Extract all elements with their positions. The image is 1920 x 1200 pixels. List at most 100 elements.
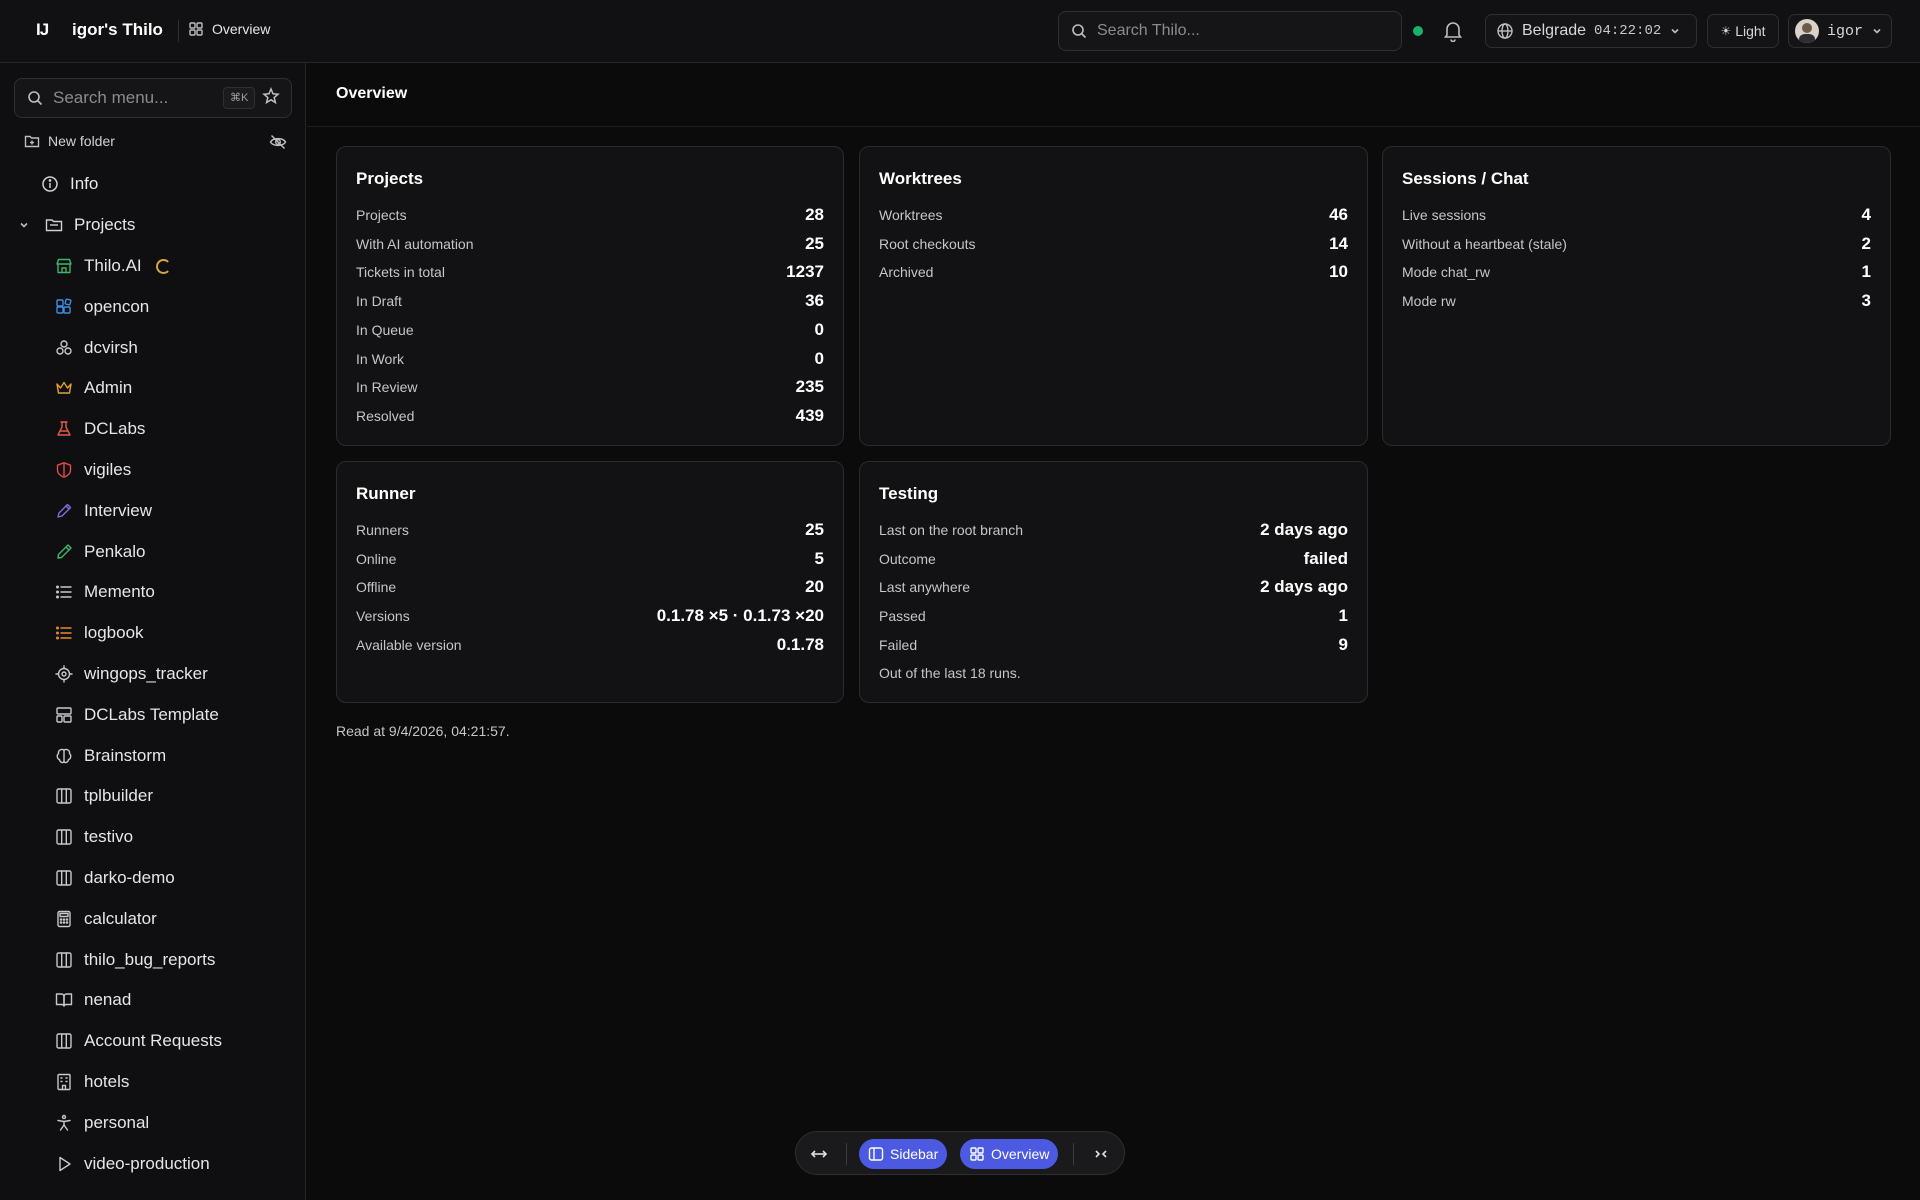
stat-row: Mode rw 3	[1402, 290, 1871, 312]
card-title: Worktrees	[879, 169, 962, 188]
blocks-icon	[54, 297, 74, 317]
bell-icon[interactable]	[1443, 20, 1463, 42]
menu-search[interactable]: ⌘K	[14, 78, 292, 118]
stat-row: Passed 1	[879, 605, 1348, 627]
sidebar-item-label: dcvirsh	[84, 337, 138, 357]
stat-row: Available version 0.1.78	[356, 634, 824, 656]
search-icon	[27, 90, 43, 106]
stat-value: 235	[795, 377, 824, 397]
global-search-input[interactable]	[1097, 22, 1377, 40]
sidebar-item-project[interactable]: opencon	[54, 294, 149, 320]
sidebar-item-project[interactable]: Brainstorm	[54, 743, 166, 769]
globe-icon	[1496, 22, 1514, 40]
stat-value: 0.1.78 ×5 · 0.1.73 ×20	[656, 606, 824, 626]
sidebar-item-project[interactable]: DCLabs Template	[54, 702, 219, 728]
columns-icon	[54, 1031, 74, 1051]
sidebar-item-label: hotels	[84, 1072, 130, 1091]
play-icon	[54, 1154, 74, 1174]
sidebar-item-label: tplbuilder	[84, 786, 153, 806]
sidebar-item-project[interactable]: wingops_tracker	[54, 661, 208, 687]
expand-width-button[interactable]	[804, 1139, 834, 1169]
stat-row: Resolved 439	[356, 405, 824, 427]
columns-icon	[54, 786, 74, 806]
stat-value: 4	[1861, 205, 1871, 224]
testing-card: Testing Last on the root branch 2 days ag…	[859, 461, 1368, 703]
floating-toolbar: Sidebar Overview	[795, 1131, 1125, 1175]
arrows-horizontal-icon	[810, 1147, 828, 1161]
stat-label: In Work	[356, 350, 404, 367]
sidebar-item-project[interactable]: Admin	[54, 375, 132, 401]
card-title: Sessions / Chat	[1402, 169, 1529, 188]
theme-toggle-button[interactable]: ☀ Light	[1707, 14, 1779, 48]
stat-label: Versions	[356, 608, 410, 625]
stat-label: Last anywhere	[879, 579, 971, 596]
sidebar-item-label: Info	[70, 174, 99, 193]
sun-icon: ☀	[1720, 24, 1732, 38]
overview-toggle-button[interactable]: Overview	[960, 1139, 1059, 1169]
sidebar-toggle-label: Sidebar	[890, 1146, 939, 1162]
stat-row: Mode chat_rw 1	[1402, 261, 1871, 283]
stat-row: Root checkouts 14	[879, 233, 1348, 255]
sidebar-item-project[interactable]: thilo_bug_reports	[54, 947, 215, 973]
runner-card: Runner Runners 25 Online 5 Offline 20 Versions…	[336, 461, 844, 703]
read-timestamp: Read at 9/4/2026, 04:21:57.	[336, 723, 510, 739]
new-folder-button[interactable]: New folder	[24, 133, 115, 149]
sidebar-item-label: DCLabs Template	[84, 704, 219, 724]
sidebar-item-project[interactable]: personal	[54, 1110, 149, 1136]
overview-toggle-label: Overview	[991, 1146, 1050, 1162]
stat-value: 1	[1861, 262, 1871, 282]
star-icon[interactable]	[262, 87, 280, 105]
page-header: Overview	[307, 63, 1920, 127]
topbar-divider	[178, 20, 179, 42]
sidebar-folder-projects[interactable]: Projects	[14, 212, 135, 238]
sidebar-item-project[interactable]: nenad	[54, 987, 131, 1013]
sidebar-item-label: nenad	[84, 990, 132, 1010]
stat-label: Live sessions	[1402, 207, 1487, 223]
sidebar-item-project[interactable]: Interview	[54, 498, 152, 524]
sidebar-item-project[interactable]: calculator	[54, 906, 157, 932]
stat-value: 3	[1861, 291, 1871, 311]
sidebar-item-project[interactable]: hotels	[54, 1069, 129, 1095]
columns-icon	[54, 868, 74, 888]
connection-status-dot	[1413, 26, 1423, 36]
building-icon	[54, 1072, 74, 1092]
sidebar-item-project[interactable]: tplbuilder	[54, 783, 153, 809]
sidebar-item-project[interactable]: video-production	[54, 1151, 210, 1177]
stat-label: Available version	[356, 636, 462, 653]
sidebar-toggle-button[interactable]: Sidebar	[859, 1139, 948, 1169]
sidebar-item-project[interactable]: Memento	[54, 579, 155, 605]
stat-value: 14	[1329, 233, 1348, 253]
sidebar-item-project[interactable]: Thilo.AI	[54, 253, 171, 279]
eye-off-icon[interactable]	[269, 133, 287, 151]
stat-label: Last on the root branch	[879, 522, 1023, 538]
user-menu-button[interactable]: igor	[1788, 14, 1892, 48]
chevron-down-icon	[1871, 25, 1883, 37]
folder-plus-icon	[24, 133, 40, 149]
sidebar-item-project[interactable]: vigiles	[54, 457, 131, 483]
sidebar-item-project[interactable]: Penkalo	[54, 539, 145, 565]
sidebar-item-label: Thilo.AI	[84, 256, 142, 275]
sidebar-item-label: video-production	[84, 1153, 210, 1173]
sidebar-item-project[interactable]: dcvirsh	[54, 335, 138, 361]
workspace-name[interactable]: igor's Thilo	[72, 20, 163, 40]
sidebar-item-info[interactable]: Info	[40, 171, 98, 197]
sidebar-item-project[interactable]: DCLabs	[54, 416, 145, 442]
clock-time: 04:22:02	[1594, 23, 1662, 39]
app-logo[interactable]: IJ	[36, 20, 49, 40]
global-search[interactable]	[1058, 11, 1402, 51]
worktrees-card: Worktrees Worktrees 46 Root checkouts 14 Arc…	[859, 146, 1368, 446]
sidebar-item-project[interactable]: Account Requests	[54, 1028, 222, 1054]
list-icon	[54, 582, 74, 602]
sidebar-icon	[868, 1146, 884, 1162]
breadcrumb[interactable]: Overview	[188, 21, 270, 37]
sidebar-item-project[interactable]: testivo	[54, 824, 133, 850]
collapse-button[interactable]	[1086, 1139, 1116, 1169]
menu-search-input[interactable]	[53, 88, 213, 108]
sidebar-item-project[interactable]: logbook	[54, 620, 144, 646]
sidebar-item-project[interactable]: darko-demo	[54, 865, 175, 891]
sidebar-item-label: Projects	[74, 215, 136, 234]
stat-label: With AI automation	[356, 235, 474, 252]
calculator-icon	[54, 909, 74, 929]
stat-label: Tickets in total	[356, 264, 445, 281]
timezone-selector[interactable]: Belgrade 04:22:02	[1485, 14, 1697, 48]
